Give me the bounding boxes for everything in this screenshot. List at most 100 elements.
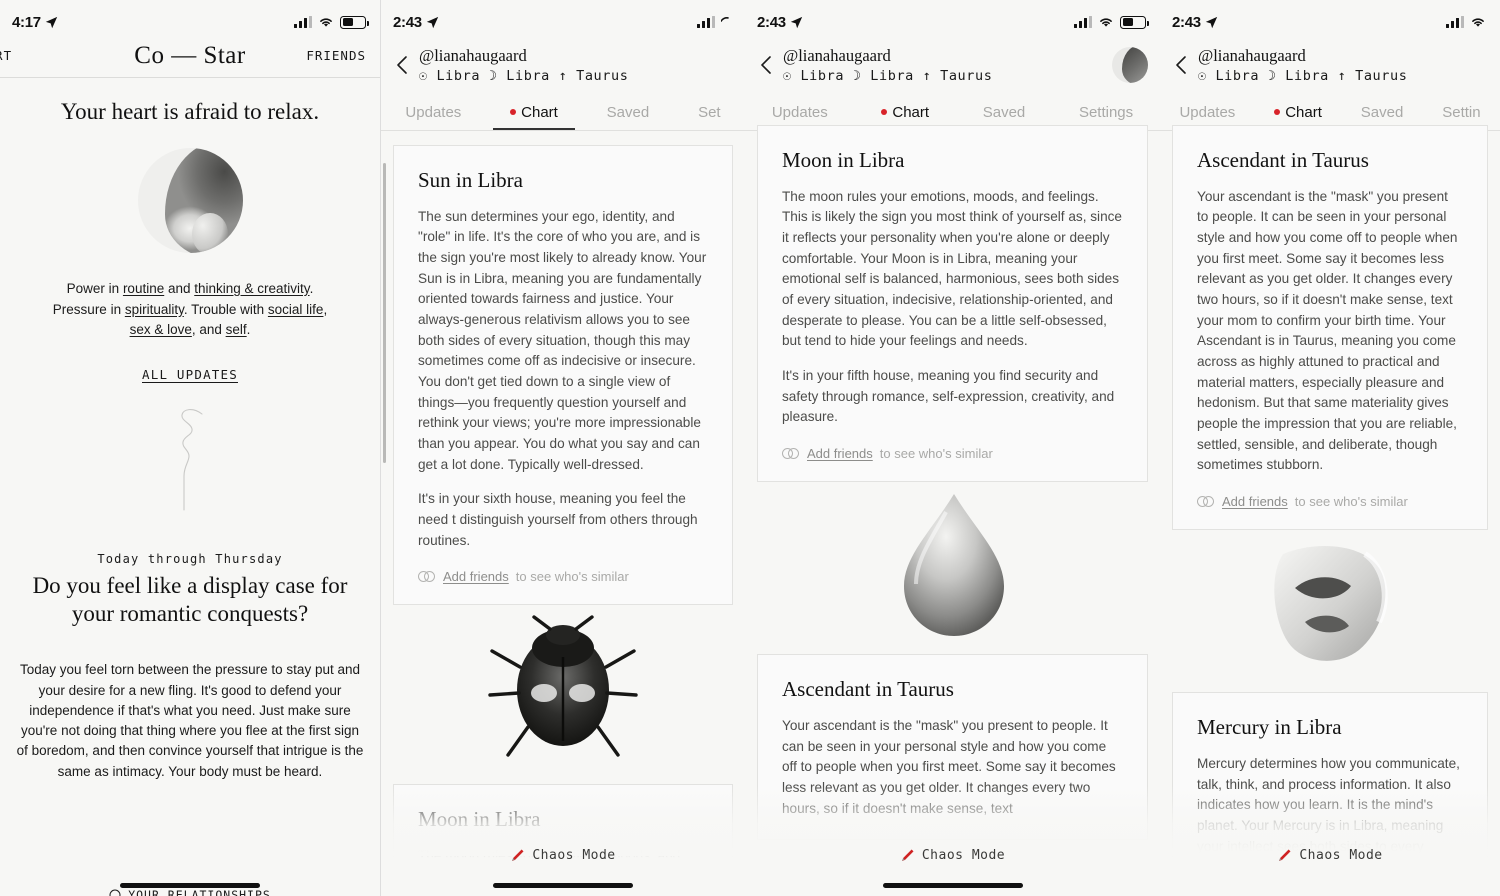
two-circles-icon	[1197, 495, 1215, 507]
add-friends-row[interactable]: Add friends to see who's similar	[1197, 494, 1463, 509]
add-friends-link[interactable]: Add friends	[443, 569, 509, 584]
status-bar: 2:43	[381, 0, 745, 44]
unread-dot-icon	[1274, 108, 1281, 115]
add-friends-link[interactable]: Add friends	[807, 446, 873, 461]
profile-header: @lianahaugaard ☉ Libra ☽ Libra ↑ Taurus …	[381, 44, 745, 131]
app-title: Co — Star	[134, 41, 246, 69]
back-button[interactable]	[755, 48, 777, 82]
pencil-icon	[1279, 849, 1291, 861]
nav-friends-link[interactable]: FRIENDS	[306, 48, 366, 63]
profile-handle[interactable]: @lianahaugaard	[783, 46, 992, 66]
location-arrow-icon	[45, 16, 58, 28]
tab-settings[interactable]: Set	[674, 104, 745, 130]
tag-spirituality[interactable]: spirituality	[125, 302, 184, 317]
screenshot-row: 4:17 HART Co — Star FRIENDS Your heart i…	[0, 0, 1500, 896]
panel-costar-home: 4:17 HART Co — Star FRIENDS Your heart i…	[0, 0, 380, 896]
profile-identity: @lianahaugaard ☉ Libra ☽ Libra ↑ Taurus	[783, 46, 992, 84]
location-arrow-icon	[1205, 16, 1218, 28]
battery-icon	[1120, 15, 1149, 29]
home-tags: Power in routine and thinking & creativi…	[0, 253, 380, 342]
squiggle-divider-icon	[181, 409, 203, 511]
back-button[interactable]	[1170, 48, 1192, 82]
nav-chart-link[interactable]: HART	[0, 48, 12, 63]
tab-bar: Updates Chart Saved Settin	[1160, 90, 1500, 130]
tags-and2: , and	[191, 322, 226, 338]
chaos-mode-label: Chaos Mode	[921, 848, 1006, 863]
scrollbar-thumb[interactable]	[383, 162, 386, 463]
add-friends-row[interactable]: Add friends to see who's similar	[418, 569, 708, 584]
chart-card-moon: Moon in Libra The moon rules your emotio…	[757, 124, 1148, 483]
beetle-illustration	[487, 615, 638, 757]
add-friends-row[interactable]: Add friends to see who's similar	[782, 446, 1123, 461]
unread-dot-icon	[881, 108, 888, 115]
two-circles-icon	[418, 571, 436, 583]
tag-sex-love[interactable]: sex & love	[130, 322, 192, 337]
status-bar: 2:43	[1160, 0, 1500, 44]
chaos-mode-button[interactable]: Chaos Mode	[900, 848, 1005, 863]
teardrop-stone-illustration	[903, 494, 1004, 637]
status-time: 4:17	[12, 13, 41, 31]
profile-handle[interactable]: @lianahaugaard	[419, 46, 628, 66]
profile-handle[interactable]: @lianahaugaard	[1198, 46, 1407, 66]
tag-social-life[interactable]: social life	[268, 302, 324, 317]
tag-self[interactable]: self	[226, 322, 247, 337]
profile-header-row: @lianahaugaard ☉ Libra ☽ Libra ↑ Taurus	[1160, 44, 1500, 90]
cellular-signal-icon	[294, 16, 312, 28]
profile-header: @lianahaugaard ☉ Libra ☽ Libra ↑ Taurus …	[745, 44, 1160, 131]
tags-comma: ,	[323, 301, 328, 317]
card-title: Moon in Libra	[782, 147, 905, 172]
circle-icon	[109, 889, 121, 896]
all-updates-link[interactable]: ALL UPDATES	[0, 367, 380, 382]
tag-routine[interactable]: routine	[123, 281, 164, 296]
wifi-icon	[1472, 18, 1484, 27]
footer-bar: Chaos Mode	[381, 834, 745, 896]
status-time: 2:43	[757, 13, 786, 31]
status-time: 2:43	[393, 13, 422, 31]
chart-scroll-area[interactable]: Sun in Libra The sun determines your ego…	[381, 144, 745, 896]
two-circles-icon	[782, 448, 800, 460]
pencil-icon	[901, 849, 914, 861]
tab-chart-label: Chart	[892, 103, 930, 121]
wifi-icon	[320, 18, 332, 27]
pencil-icon	[512, 849, 524, 861]
status-right	[294, 15, 369, 29]
card-paragraph: The sun determines your ego, identity, a…	[418, 208, 707, 472]
home-indicator	[882, 883, 1023, 888]
tab-chart-label: Chart	[1285, 103, 1322, 121]
today-question: Do you feel like a display case for your…	[32, 573, 348, 627]
tab-chart-label: Chart	[521, 103, 558, 121]
add-friends-link[interactable]: Add friends	[1222, 494, 1288, 509]
tab-saved-label: Saved	[982, 103, 1026, 121]
panel-chart-ascendant: 2:43 @lianahaugaard ☉ Libra ☽ Libra ↑ Ta…	[1160, 0, 1500, 896]
tab-saved[interactable]: Saved	[582, 104, 673, 130]
cellular-signal-icon	[697, 16, 715, 28]
tag-thinking-creativity[interactable]: thinking & creativity	[194, 281, 309, 296]
your-relationships-row[interactable]: YOUR RELATIONSHIPS	[0, 888, 380, 896]
profile-identity: @lianahaugaard ☉ Libra ☽ Libra ↑ Taurus	[419, 46, 628, 84]
add-friends-rest: to see who's similar	[879, 446, 993, 462]
chart-scroll-area[interactable]: Moon in Libra The moon rules your emotio…	[745, 124, 1160, 896]
avatar[interactable]	[1112, 46, 1148, 83]
panel-chart-sun: 2:43 @lianahaugaard ☉ Libra ☽ Libra ↑ Ta…	[380, 0, 745, 896]
unread-dot-icon	[510, 108, 517, 115]
chevron-left-icon	[761, 56, 771, 74]
tab-updates[interactable]: Updates	[381, 104, 486, 130]
tab-updates-label: Updates	[771, 103, 828, 121]
add-friends-rest: to see who's similar	[515, 569, 629, 585]
chaos-mode-button[interactable]: Chaos Mode	[1277, 848, 1382, 863]
tab-updates-label: Updates	[1179, 103, 1236, 121]
status-right	[697, 16, 731, 28]
today-range-label: Today through Thursday	[97, 552, 283, 567]
chart-scroll-area[interactable]: Ascendant in Taurus Your ascendant is th…	[1160, 124, 1500, 896]
tags-period: .	[309, 280, 314, 296]
folded-mask-illustration	[1274, 545, 1388, 661]
tab-chart[interactable]: Chart	[486, 104, 583, 130]
card-title: Sun in Libra	[418, 167, 523, 192]
tags-line1-pre: Power in	[66, 280, 123, 296]
profile-identity: @lianahaugaard ☉ Libra ☽ Libra ↑ Taurus	[1198, 46, 1407, 84]
profile-signs: ☉ Libra ☽ Libra ↑ Taurus	[419, 67, 629, 84]
status-left: 2:43	[757, 14, 803, 31]
footer-bar: Chaos Mode	[745, 834, 1160, 896]
chaos-mode-button[interactable]: Chaos Mode	[510, 848, 615, 863]
back-button[interactable]	[391, 48, 413, 82]
